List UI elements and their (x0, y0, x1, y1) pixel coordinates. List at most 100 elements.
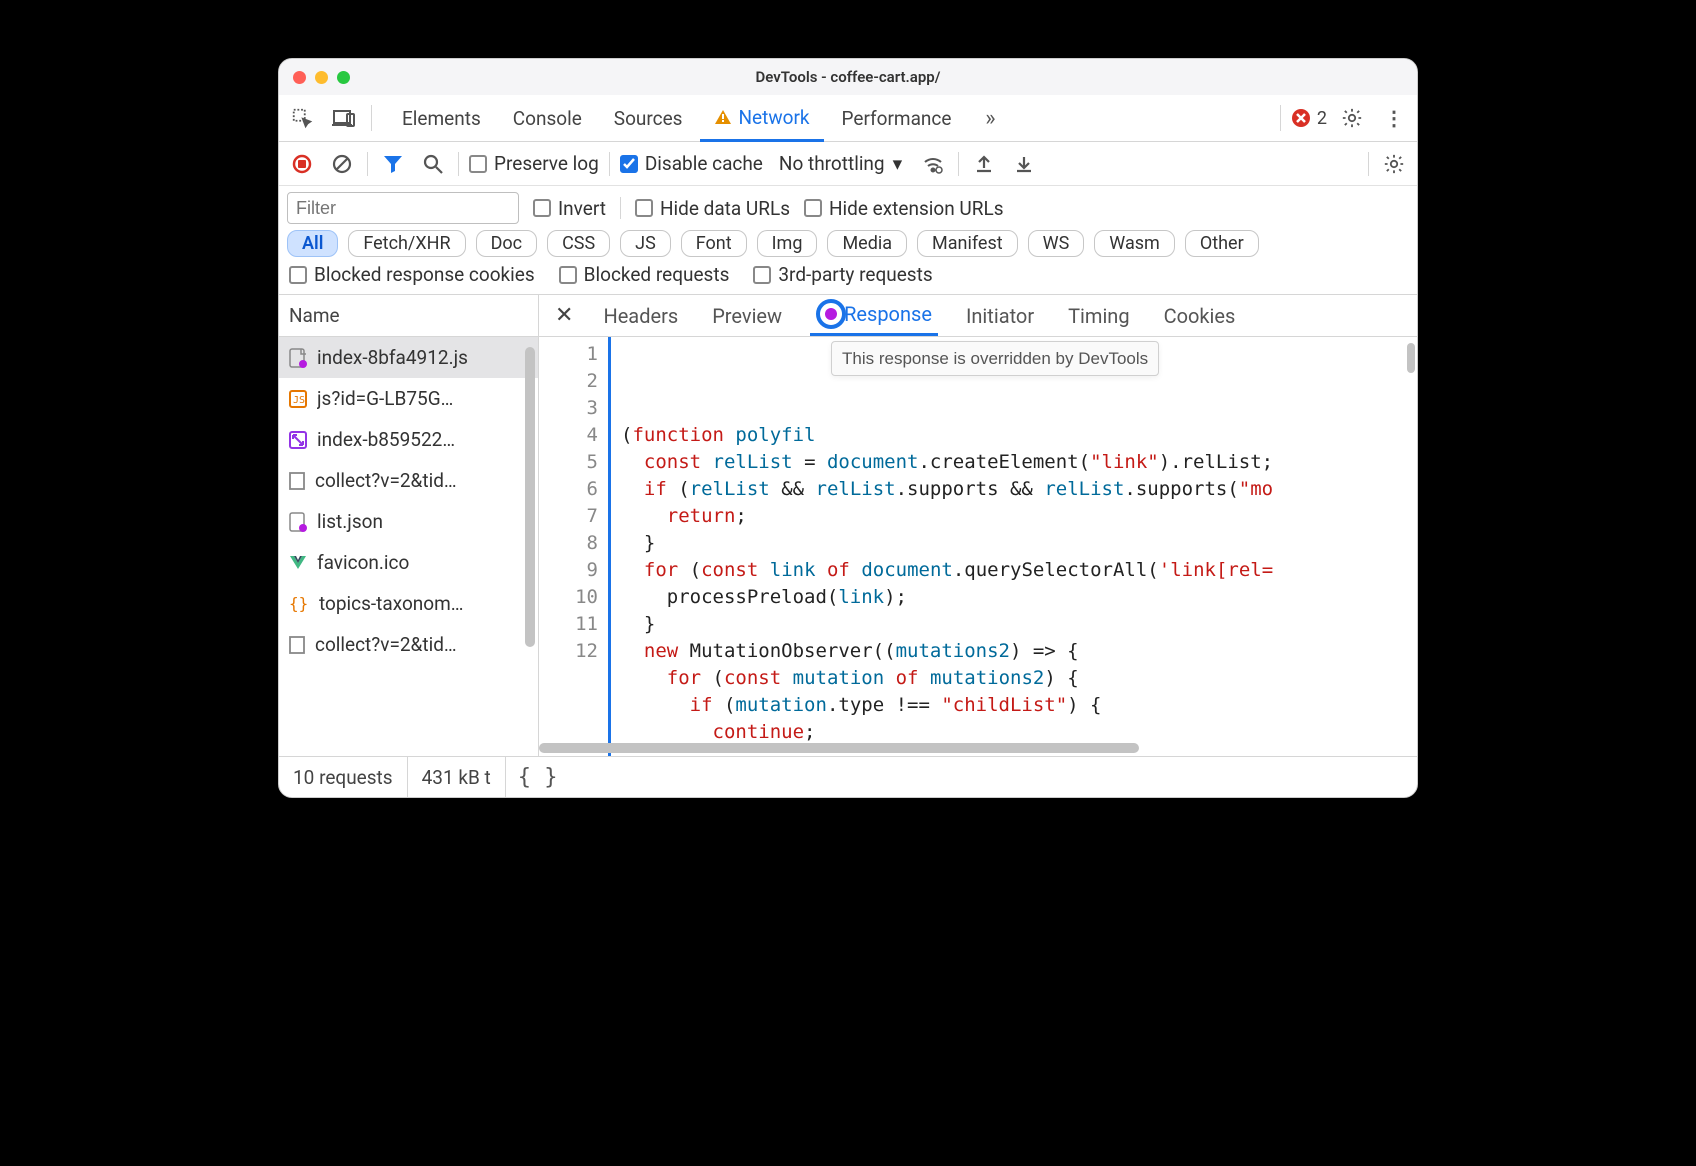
detail-tab-preview[interactable]: Preview (706, 295, 788, 336)
type-chip-js[interactable]: JS (620, 230, 671, 257)
clear-button[interactable] (327, 149, 357, 179)
main-tabs-bar: ElementsConsoleSourcesNetworkPerformance… (279, 95, 1417, 142)
requests-list-panel: Name index-8bfa4912.js JSjs?id=G-LB75G…in… (279, 295, 539, 756)
preserve-log-checkbox[interactable]: Preserve log (469, 152, 599, 175)
error-icon (1291, 108, 1311, 128)
upload-har-icon[interactable] (969, 149, 999, 179)
blocked-cookies-checkbox[interactable]: Blocked response cookies (289, 263, 535, 286)
extra-filters-row: Blocked response cookies Blocked request… (279, 261, 1417, 295)
network-conditions-icon[interactable] (918, 149, 948, 179)
request-row[interactable]: collect?v=2&tid… (279, 460, 538, 501)
type-chip-font[interactable]: Font (681, 230, 747, 257)
divider (609, 152, 610, 176)
hide-data-urls-checkbox[interactable]: Hide data URLs (635, 197, 790, 220)
type-chip-media[interactable]: Media (827, 230, 907, 257)
request-count-text: 10 requests (279, 757, 408, 797)
window-title: DevTools - coffee-cart.app/ (756, 68, 941, 86)
chevron-down-icon: ▾ (893, 152, 903, 175)
kebab-menu-icon[interactable]: ⋮ (1377, 101, 1411, 135)
disable-cache-checkbox[interactable]: Disable cache (620, 152, 763, 175)
divider (620, 197, 621, 219)
detail-tab-headers[interactable]: Headers (597, 295, 684, 336)
filter-row: Invert Hide data URLs Hide extension URL… (279, 186, 1417, 226)
request-name: collect?v=2&tid… (315, 633, 457, 656)
hide-extension-urls-checkbox[interactable]: Hide extension URLs (804, 197, 1004, 220)
type-chip-ws[interactable]: WS (1028, 230, 1085, 257)
error-count-text: 2 (1317, 108, 1327, 129)
checkbox-box (469, 155, 487, 173)
request-name: list.json (317, 510, 383, 533)
tab-network[interactable]: Network (700, 95, 823, 142)
request-name: favicon.ico (317, 551, 409, 574)
pretty-print-icon[interactable]: { } (506, 765, 570, 790)
type-chip-all[interactable]: All (287, 230, 338, 257)
network-split-view: Name index-8bfa4912.js JSjs?id=G-LB75G…in… (279, 295, 1417, 757)
type-chip-css[interactable]: CSS (547, 230, 610, 257)
traffic-lights (293, 71, 350, 84)
download-har-icon[interactable] (1009, 149, 1039, 179)
close-window-button[interactable] (293, 71, 306, 84)
search-icon[interactable] (418, 149, 448, 179)
network-settings-gear-icon[interactable] (1379, 149, 1409, 179)
request-row[interactable]: {} topics-taxonom… (279, 583, 538, 624)
more-tabs-chevron-icon[interactable]: » (973, 101, 1007, 135)
type-chip-fetch-xhr[interactable]: Fetch/XHR (348, 230, 465, 257)
settings-gear-icon[interactable] (1335, 101, 1369, 135)
tab-console[interactable]: Console (499, 95, 596, 141)
override-tooltip: This response is overridden by DevTools (831, 341, 1159, 376)
record-button[interactable] (287, 149, 317, 179)
requests-scrollbar[interactable] (523, 337, 538, 756)
disable-cache-label: Disable cache (645, 152, 763, 175)
filter-input[interactable] (287, 192, 519, 224)
request-row[interactable]: index-b859522… (279, 419, 538, 460)
ext-js-icon: JS (289, 390, 307, 408)
throttling-select[interactable]: No throttling ▾ (773, 152, 908, 175)
blocked-requests-checkbox[interactable]: Blocked requests (559, 263, 730, 286)
request-row[interactable]: favicon.ico (279, 542, 538, 583)
svg-text:JS: JS (293, 395, 305, 406)
transfer-size-text: 431 kB t (408, 757, 506, 797)
type-chip-wasm[interactable]: Wasm (1094, 230, 1175, 257)
request-name: topics-taxonom… (319, 592, 464, 615)
detail-tabs: ✕ Headers Preview Response Initiator Timing C… (539, 295, 1417, 337)
request-name: index-8bfa4912.js (317, 346, 468, 369)
tab-performance[interactable]: Performance (828, 95, 966, 141)
generic-icon (289, 472, 305, 490)
devtools-window: DevTools - coffee-cart.app/ ElementsCons… (278, 58, 1418, 798)
requests-list-header[interactable]: Name (279, 295, 538, 337)
error-count-badge[interactable]: 2 (1291, 108, 1327, 129)
divider (371, 105, 372, 131)
device-toolbar-icon[interactable] (327, 101, 361, 135)
filter-toggle-icon[interactable] (378, 149, 408, 179)
detail-tab-initiator[interactable]: Initiator (960, 295, 1040, 336)
code-vertical-scrollbar[interactable] (1405, 337, 1417, 756)
tab-sources[interactable]: Sources (600, 95, 697, 141)
tab-elements[interactable]: Elements (388, 95, 495, 141)
request-row[interactable]: list.json (279, 501, 538, 542)
type-chip-doc[interactable]: Doc (476, 230, 538, 257)
detail-tab-timing[interactable]: Timing (1062, 295, 1135, 336)
detail-tab-cookies[interactable]: Cookies (1158, 295, 1242, 336)
invert-checkbox[interactable]: Invert (533, 197, 606, 220)
json-orange-icon: {} (289, 595, 309, 613)
type-chip-img[interactable]: Img (757, 230, 818, 257)
type-chip-manifest[interactable]: Manifest (917, 230, 1018, 257)
vue-icon (289, 555, 307, 571)
close-detail-icon[interactable]: ✕ (549, 303, 579, 328)
code-horizontal-scrollbar[interactable] (539, 741, 1405, 756)
minimize-window-button[interactable] (315, 71, 328, 84)
divider (1280, 105, 1281, 131)
checkbox-box (620, 155, 638, 173)
divider (1368, 152, 1369, 176)
request-row[interactable]: JSjs?id=G-LB75G… (279, 378, 538, 419)
divider (367, 152, 368, 176)
detail-tab-response[interactable]: Response (810, 295, 938, 336)
line-gutter: 123456789101112 (539, 337, 609, 756)
response-code-viewer[interactable]: 123456789101112 (function polyfil const … (539, 337, 1417, 756)
third-party-checkbox[interactable]: 3rd-party requests (753, 263, 932, 286)
inspect-element-icon[interactable] (285, 101, 319, 135)
zoom-window-button[interactable] (337, 71, 350, 84)
request-row[interactable]: index-8bfa4912.js (279, 337, 538, 378)
type-chip-other[interactable]: Other (1185, 230, 1259, 257)
request-row[interactable]: collect?v=2&tid… (279, 624, 538, 665)
